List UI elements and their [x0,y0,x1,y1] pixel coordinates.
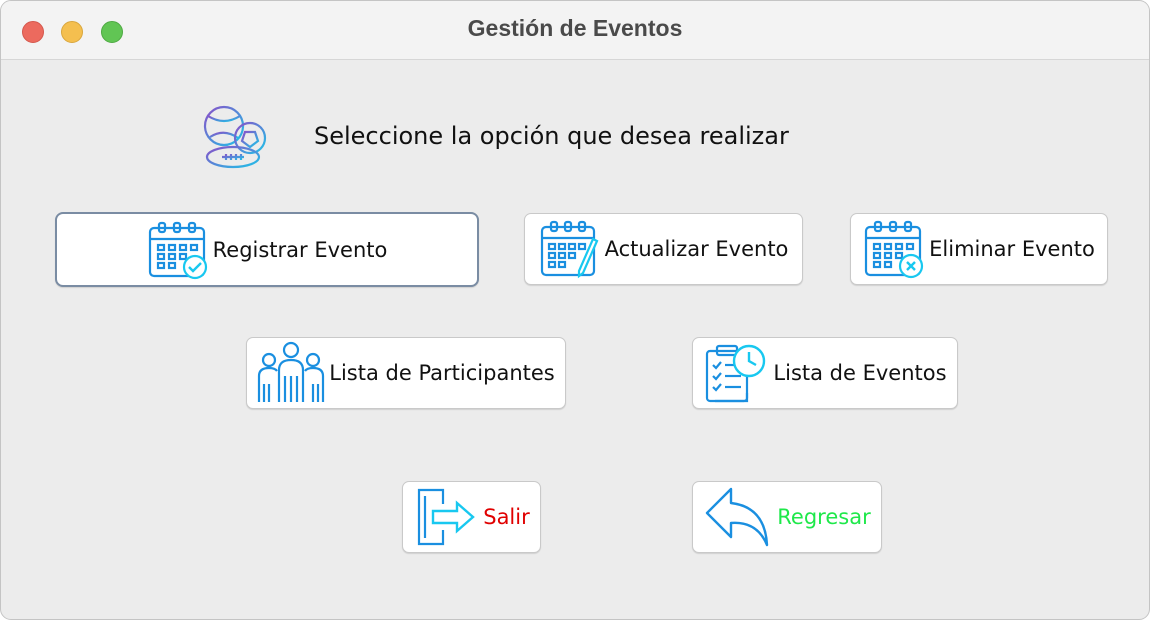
lista-eventos-label: Lista de Eventos [773,361,947,385]
lista-eventos-button[interactable]: Lista de Eventos [692,337,958,409]
actualizar-evento-label: Actualizar Evento [604,237,789,261]
app-window: Gestión de Eventos Seleccione la opción [0,0,1150,620]
window-title: Gestión de Eventos [467,15,683,41]
salir-label: Salir [483,505,530,529]
regresar-button[interactable]: Regresar [692,481,882,553]
lista-participantes-button[interactable]: Lista de Participantes [246,337,566,409]
exit-door-icon [418,488,476,546]
sports-balls-icon [203,105,267,169]
salir-button[interactable]: Salir [402,481,541,553]
registrar-evento-button[interactable]: Registrar Evento [55,212,479,287]
checklist-clock-icon [706,344,766,403]
title-bar[interactable]: Gestión de Eventos [1,1,1149,60]
eliminar-evento-button[interactable]: Eliminar Evento [850,213,1108,285]
actualizar-evento-button[interactable]: Actualizar Evento [524,213,803,285]
main-panel: Seleccione la opción que desea realizar … [1,60,1149,619]
calendar-check-icon [148,221,207,279]
people-group-icon [258,341,325,402]
back-arrow-icon [706,487,769,547]
regresar-label: Regresar [777,505,871,529]
calendar-edit-icon [540,220,599,279]
instruction-text: Seleccione la opción que desea realizar [314,122,789,150]
eliminar-evento-label: Eliminar Evento [929,237,1095,261]
registrar-evento-label: Registrar Evento [212,237,388,262]
lista-participantes-label: Lista de Participantes [329,361,555,385]
calendar-delete-icon [865,220,924,279]
